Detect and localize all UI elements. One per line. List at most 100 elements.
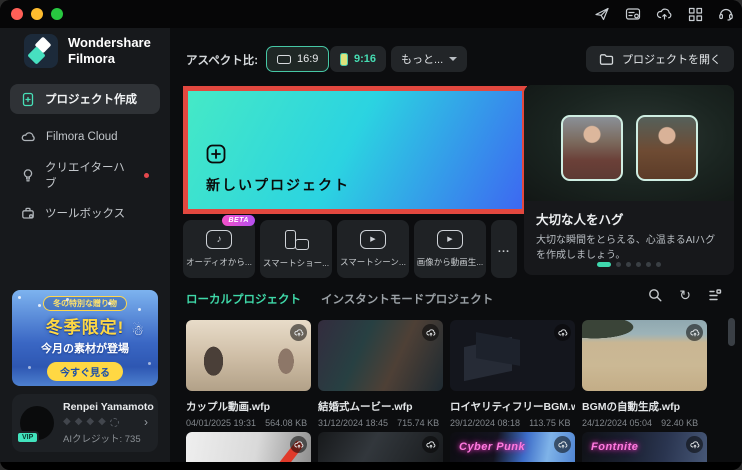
filmora-logo-icon [24, 34, 58, 68]
notification-dot [144, 172, 149, 178]
close-window-button[interactable] [11, 8, 23, 20]
refresh-icon[interactable]: ↻ [679, 288, 691, 302]
project-card[interactable]: カップル動画.wfp 04/01/2025 19:31 564.08 KB [186, 320, 311, 428]
brand-name: Wondershare Filmora [68, 35, 151, 68]
open-project-button[interactable]: プロジェクトを開く [586, 46, 734, 72]
project-settings-icon[interactable] [625, 6, 641, 22]
plus-square-icon [206, 144, 226, 169]
minimize-window-button[interactable] [31, 8, 43, 20]
window-controls [0, 8, 63, 20]
sidebar-item-create-project[interactable]: プロジェクト作成 [10, 84, 160, 114]
project-size: 113.75 KB [529, 418, 571, 428]
project-name: BGMの自動生成.wfp [582, 401, 680, 413]
profile-card[interactable]: VIP Renpei Yamamoto ◆ ◆ ◆ ◆ › AIクレジット: 7… [12, 394, 158, 452]
gem-icon: ◆ [86, 416, 95, 427]
project-date: 31/12/2024 18:45 [318, 418, 389, 428]
window-bottom-edge [0, 462, 742, 470]
banner-photos [524, 85, 734, 201]
aspect-more-button[interactable]: もっと... [391, 46, 468, 72]
cloud-upload-icon[interactable] [686, 436, 703, 453]
zoom-window-button[interactable] [51, 8, 63, 20]
chevron-right-icon[interactable]: › [144, 415, 150, 429]
ai-hug-banner[interactable]: 大切な人をハグ 大切な瞬間をとらえる、心温まるAIハグを作成しましょう。 [524, 85, 734, 275]
new-project-card[interactable]: 新しいプロジェクト [188, 91, 522, 209]
aspect-ratio-label: アスペクト比: [186, 55, 259, 67]
carousel-dot[interactable] [636, 262, 641, 267]
banner-photo-man [560, 115, 623, 181]
sidebar-item-creator-hub[interactable]: クリエイターハブ [10, 160, 160, 190]
gem-icon: ◆ [98, 416, 106, 427]
project-card[interactable]: BGMの自動生成.wfp 24/12/2024 05:04 92.40 KB [582, 320, 707, 428]
cloud-upload-icon[interactable] [290, 324, 307, 341]
highlight-annotation-box: 新しいプロジェクト [183, 86, 527, 214]
titlebar [0, 0, 742, 28]
search-icon[interactable] [648, 288, 662, 302]
banner-description: 大切な瞬間をとらえる、心温まるAIハグを作成しましょう。 [536, 235, 716, 261]
cloud-upload-icon[interactable] [422, 324, 439, 341]
toolbox-icon [22, 207, 34, 219]
vip-badge: VIP [16, 431, 40, 444]
project-card[interactable]: 結婚式ムービー.wfp 31/12/2024 18:45 715.74 KB [318, 320, 443, 428]
feature-audio-to-video[interactable]: BETA ♪ オーディオから... [183, 215, 255, 278]
cloud-icon [21, 132, 35, 142]
aspect-16-9-button[interactable]: 16:9 [266, 46, 330, 72]
project-name: カップル動画.wfp [186, 401, 270, 413]
carousel-dot[interactable] [646, 262, 651, 267]
promo-title: 冬季限定! [45, 317, 125, 337]
banner-text: 大切な人をハグ 大切な瞬間をとらえる、心温まるAIハグを作成しましょう。 [524, 201, 734, 263]
send-icon[interactable] [594, 6, 610, 22]
cloud-upload-icon[interactable] [422, 436, 439, 453]
sidebar: Wondershare Filmora プロジェクト作成 Filmora Clo… [0, 28, 170, 462]
more-features-button[interactable]: ... [491, 220, 517, 278]
apps-grid-icon[interactable] [688, 7, 703, 22]
vertical-scrollbar[interactable] [728, 318, 735, 346]
ai-credits: AIクレジット: 735 [63, 434, 141, 445]
carousel-dot[interactable] [597, 262, 611, 267]
cloud-upload-icon[interactable] [554, 324, 571, 341]
carousel-dot[interactable] [616, 262, 621, 267]
tab-local-projects[interactable]: ローカルプロジェクト [186, 291, 301, 307]
project-size: 92.40 KB [661, 418, 699, 428]
banner-title: 大切な人をハグ [536, 213, 624, 227]
promo-banner[interactable]: 冬の特別な贈り物 冬季限定! ☃ 今月の素材が登場 今すぐ見る [12, 290, 158, 386]
sidebar-item-label: クリエイターハブ [45, 162, 125, 190]
feature-smart-shorts[interactable]: スマートショー... [260, 220, 332, 278]
gem-icon: ◆ [74, 416, 83, 427]
feature-row: BETA ♪ オーディオから... スマートショー... ▶ スマートシーン..… [183, 215, 517, 278]
achievement-badges: ◆ ◆ ◆ ◆ › [63, 415, 150, 429]
project-thumbnail [450, 320, 575, 391]
new-project-label: 新しいプロジェクト [206, 177, 350, 193]
feature-smart-scene[interactable]: ▶ スマートシーン... [337, 220, 409, 278]
landscape-icon [277, 54, 291, 64]
carousel-dot[interactable] [656, 262, 661, 267]
tab-instant-mode-projects[interactable]: インスタントモードプロジェクト [321, 291, 493, 307]
list-view-icon[interactable] [708, 288, 722, 302]
aspect-9-16-button[interactable]: 9:16 [330, 46, 387, 72]
promo-cta-button[interactable]: 今すぐ見る [47, 361, 123, 381]
beta-badge: BETA [222, 215, 255, 226]
open-project-label: プロジェクトを開く [622, 54, 721, 66]
project-tabs: ローカルプロジェクト インスタントモードプロジェクト [186, 291, 493, 307]
project-size: 715.74 KB [397, 418, 440, 428]
sidebar-item-filmora-cloud[interactable]: Filmora Cloud [10, 122, 160, 152]
carousel-dot[interactable] [626, 262, 631, 267]
folder-icon [599, 54, 614, 65]
file-plus-icon [22, 92, 34, 106]
more-features-label: ... [497, 243, 511, 255]
cloud-upload-icon[interactable] [290, 436, 307, 453]
brand: Wondershare Filmora [0, 28, 170, 84]
cloud-sync-icon[interactable] [656, 6, 673, 22]
feature-image-to-video[interactable]: ▶ 画像から動画生... [414, 220, 486, 278]
aspect-16-9-label: 16:9 [297, 53, 319, 65]
feature-label: スマートシーン... [340, 257, 406, 267]
brand-line1: Wondershare [68, 34, 151, 50]
sidebar-item-label: ツールボックス [45, 208, 126, 220]
carousel-dots [524, 262, 734, 267]
cloud-upload-icon[interactable] [686, 324, 703, 341]
gem-icon: ◆ [63, 416, 71, 427]
cloud-upload-icon[interactable] [554, 436, 571, 453]
portrait-phone-icon [340, 52, 348, 66]
support-headset-icon[interactable] [718, 6, 734, 22]
project-card[interactable]: ロイヤリティフリーBGM.wfp 29/12/2024 08:18 113.75 … [450, 320, 575, 428]
sidebar-item-toolbox[interactable]: ツールボックス [10, 198, 160, 228]
